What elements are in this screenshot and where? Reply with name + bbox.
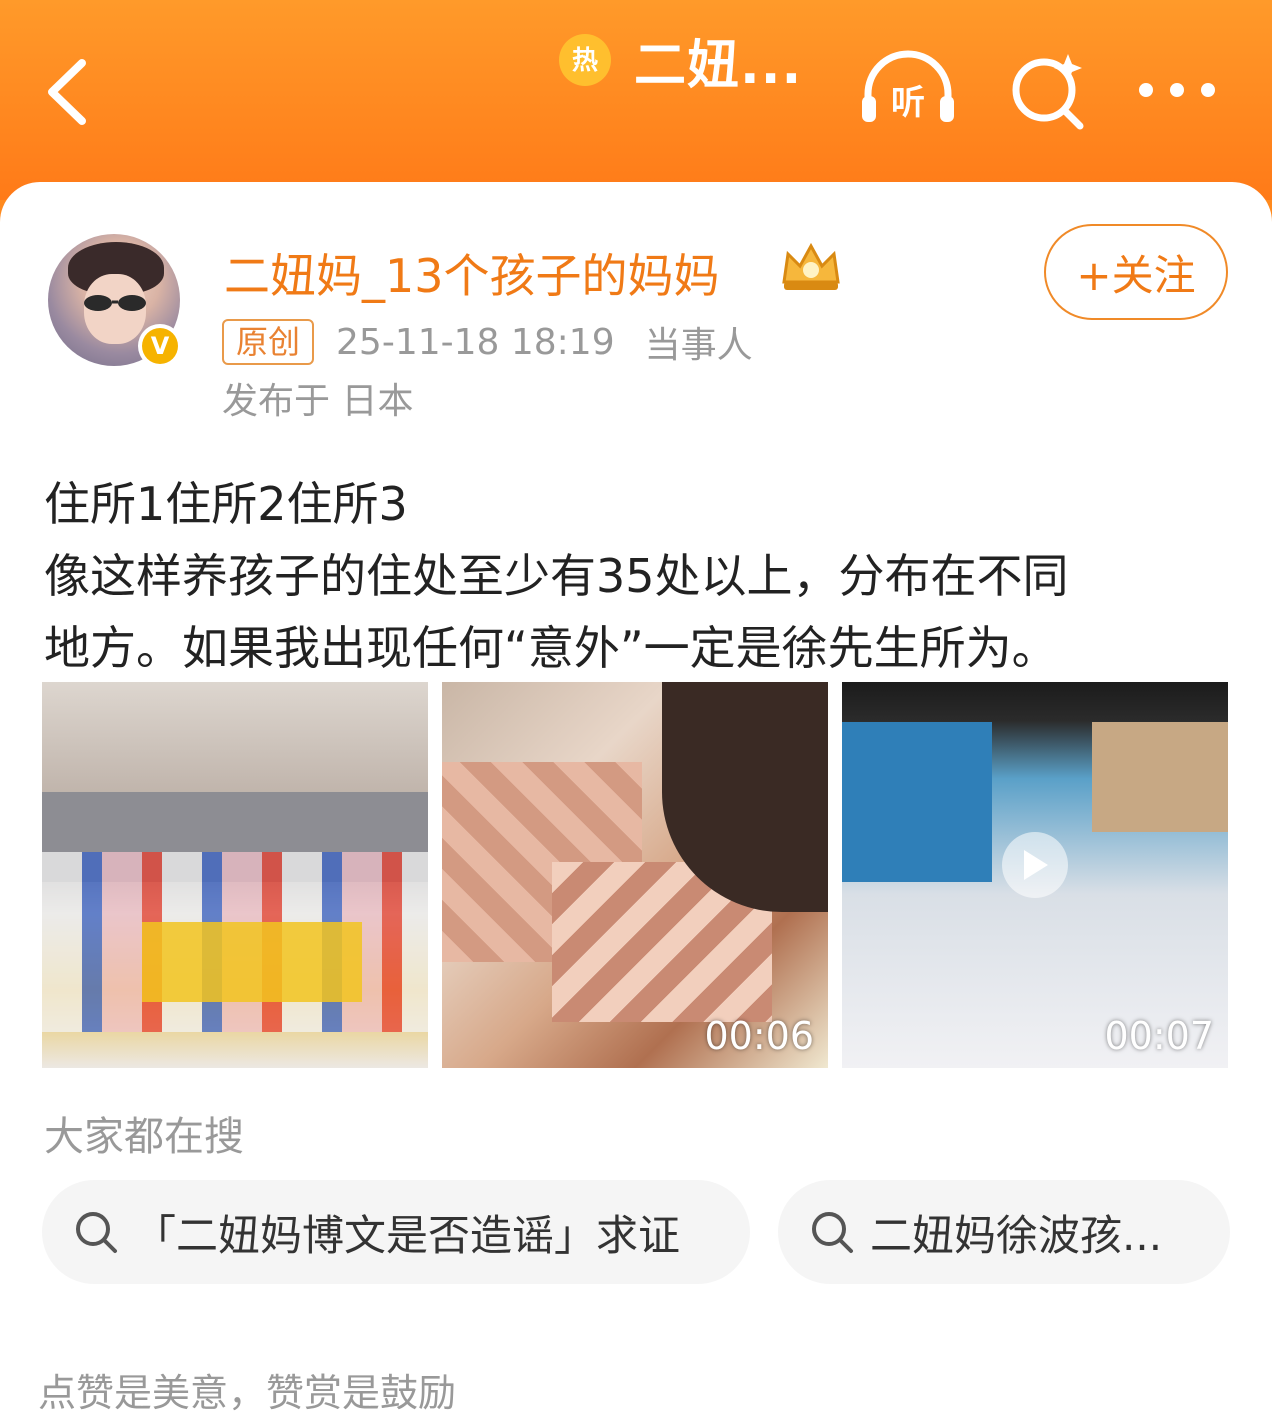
follow-button[interactable]: +关注 <box>1044 224 1228 320</box>
reward-note: 点赞是美意，赞赏是鼓励 <box>38 1371 457 1415</box>
post-text-line: 地方。如果我出现任何“意外”一定是徐先生所为。 <box>44 621 1058 675</box>
search-icon <box>76 1212 117 1253</box>
hot-badge-icon: 热 <box>559 34 611 86</box>
search-chip-label: 「二妞妈博文是否造谣」求证 <box>134 1210 681 1260</box>
author-role: 当事人 <box>644 325 753 366</box>
svg-text:热: 热 <box>572 46 598 76</box>
post-text-line: 像这样养孩子的住处至少有35处以上，分布在不同 <box>44 549 1069 603</box>
more-button[interactable] <box>1136 70 1218 110</box>
video-duration: 00:06 <box>704 1014 814 1058</box>
search-button[interactable] <box>1006 50 1090 130</box>
photo-chairs <box>142 922 362 1002</box>
search-section-title: 大家都在搜 <box>44 1114 244 1160</box>
video-window <box>842 722 992 882</box>
header-title-group: 热 二妞... <box>558 30 802 96</box>
original-tag: 原创 <box>222 319 315 365</box>
post-card: V 二妞妈_13个孩子的妈妈 +关注 原创 25-11-18 18:19 当事人… <box>0 182 1272 1422</box>
post-text-line: 住所1住所2住所3 <box>44 477 408 531</box>
back-button[interactable] <box>40 55 100 125</box>
search-chip-label: 二妞妈徐波孩... <box>870 1210 1163 1260</box>
post-timestamp: 25-11-18 18:19 <box>336 321 615 363</box>
chevron-left-icon <box>48 59 86 125</box>
media-image-1[interactable] <box>42 682 428 1068</box>
verified-badge: V <box>138 324 182 368</box>
video-duration: 00:07 <box>1104 1014 1214 1058</box>
crown-icon <box>782 242 840 290</box>
search-chip[interactable]: 二妞妈徐波孩... <box>778 1180 1230 1284</box>
video-cabinets <box>1092 722 1228 832</box>
top-header: 热 二妞... 听 <box>0 0 1272 200</box>
avatar-sunglasses <box>84 295 146 311</box>
media-video-2[interactable]: 00:07 <box>842 682 1228 1068</box>
headphones-icon: 听 <box>862 50 954 123</box>
author-name[interactable]: 二妞妈_13个孩子的妈妈 <box>224 240 720 306</box>
listen-button[interactable]: 听 <box>858 50 958 130</box>
search-icon <box>812 1212 853 1253</box>
play-button[interactable] <box>1002 832 1068 898</box>
post-body: 住所1住所2住所3 像这样养孩子的住处至少有35处以上，分布在不同 地方。如果我… <box>44 468 1234 684</box>
more-dots-icon <box>1139 83 1215 97</box>
media-video-1[interactable]: 00:06 <box>442 682 828 1068</box>
search-sparkle-icon <box>1012 54 1084 130</box>
play-icon <box>1024 850 1048 880</box>
post-location: 发布于 日本 <box>222 381 414 422</box>
search-chip[interactable]: 「二妞妈博文是否造谣」求证 <box>42 1180 750 1284</box>
verified-v-icon: V <box>142 328 178 364</box>
post-meta: 原创 25-11-18 18:19 当事人 <box>222 318 753 366</box>
svg-text:听: 听 <box>891 83 925 123</box>
page-title: 二妞... <box>634 35 803 96</box>
